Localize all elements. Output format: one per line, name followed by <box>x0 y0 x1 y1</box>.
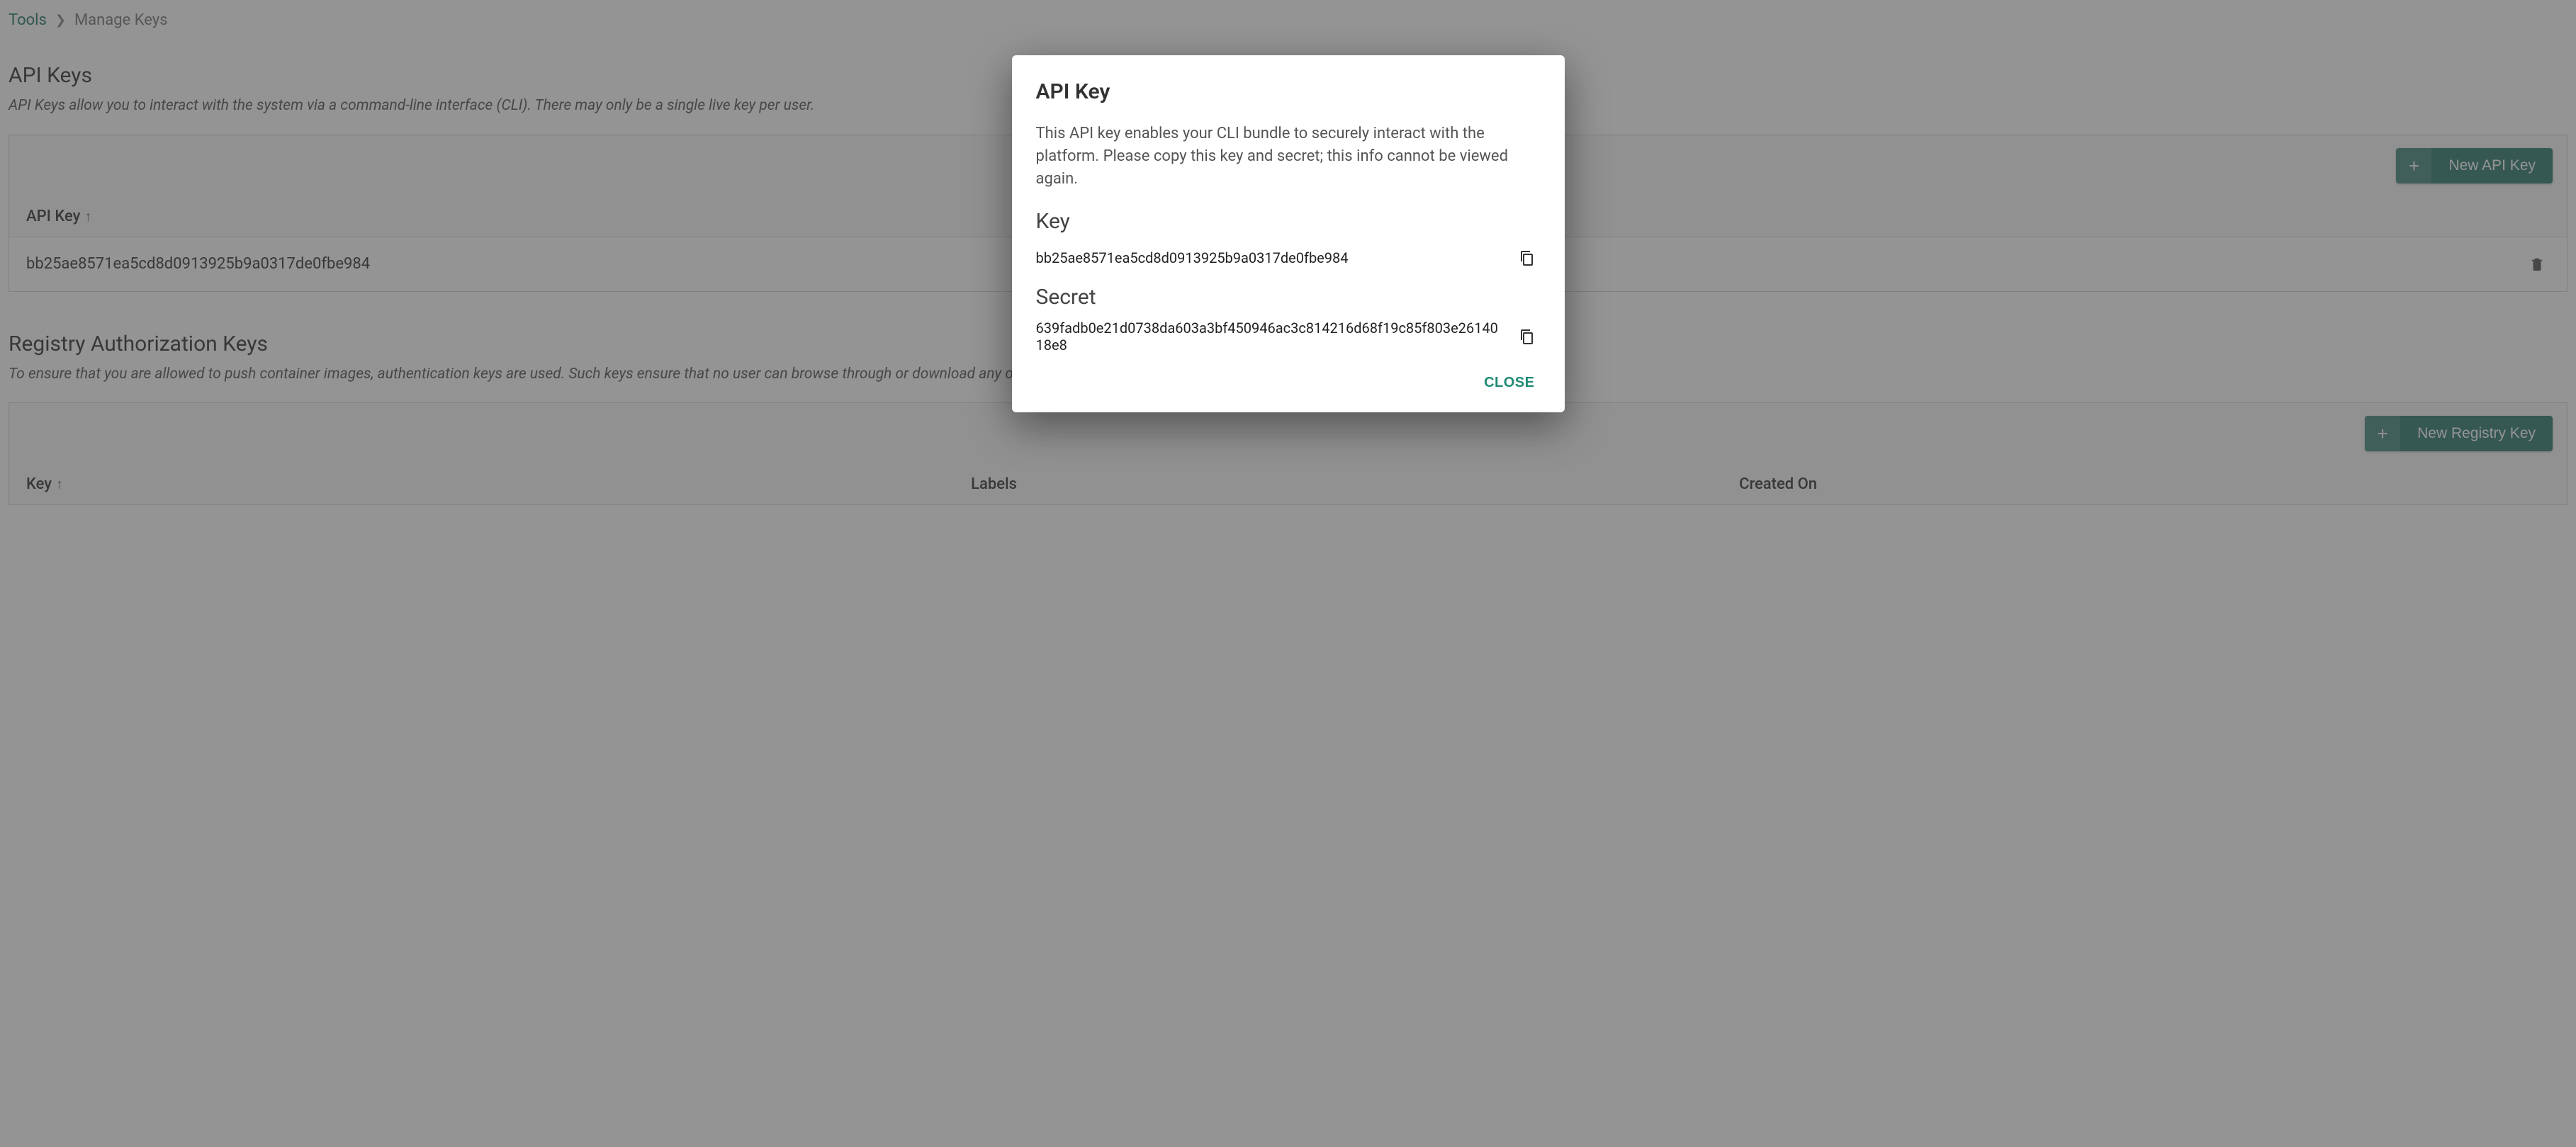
dialog-key-row: bb25ae8571ea5cd8d0913925b9a0317de0fbe984 <box>1036 244 1541 272</box>
close-button[interactable]: CLOSE <box>1478 368 1540 398</box>
dialog-actions: CLOSE <box>1036 368 1541 398</box>
dialog-key-value: bb25ae8571ea5cd8d0913925b9a0317de0fbe984 <box>1036 249 1501 266</box>
copy-key-button[interactable] <box>1512 244 1541 272</box>
dialog-secret-heading: Secret <box>1036 285 1541 310</box>
dialog-secret-row: 639fadb0e21d0738da603a3bf450946ac3c81421… <box>1036 320 1541 354</box>
copy-icon <box>1518 249 1535 267</box>
dialog-title: API Key <box>1036 79 1541 104</box>
dialog-key-heading: Key <box>1036 209 1541 234</box>
dialog-description: This API key enables your CLI bundle to … <box>1036 123 1541 191</box>
copy-icon <box>1518 327 1535 346</box>
dialog-secret-value: 639fadb0e21d0738da603a3bf450946ac3c81421… <box>1036 320 1501 354</box>
copy-secret-button[interactable] <box>1512 322 1541 351</box>
api-key-dialog: API Key This API key enables your CLI bu… <box>1012 55 1565 412</box>
modal-overlay[interactable]: API Key This API key enables your CLI bu… <box>0 0 2576 1147</box>
